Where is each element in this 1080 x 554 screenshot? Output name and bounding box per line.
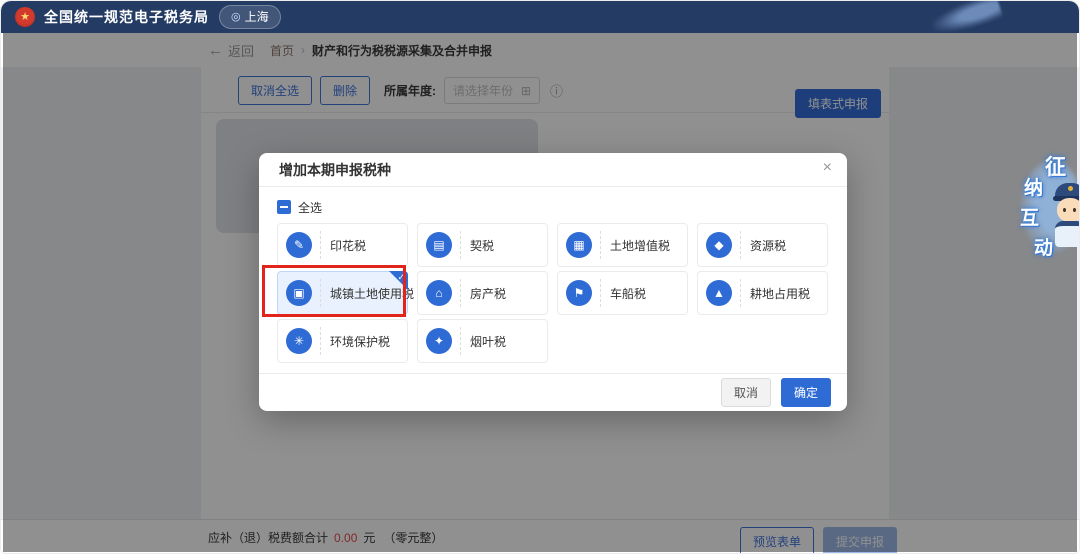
tax-bureau-logo-icon: ★ xyxy=(15,7,35,27)
tax-type-label: 耕地占用税 xyxy=(750,285,810,302)
modal-title: 增加本期申报税种 xyxy=(279,160,391,180)
add-tax-types-modal: 增加本期申报税种 × 全选 ✎ 印花税 ▤ 契税 ▦ 土地增值税 ◆ 资源税 ▣城镇土地使用税✓… xyxy=(259,153,847,411)
tax-interaction-mascot[interactable]: 征 纳 互 动 xyxy=(1019,147,1080,287)
tax-type-label: 车船税 xyxy=(610,285,646,302)
app-title: 全国统一规范电子税务局 xyxy=(44,7,209,27)
mascot-char: 互 xyxy=(1020,203,1039,230)
tax-type-card[interactable]: ⚑ 车船税 xyxy=(557,271,688,315)
card-divider xyxy=(740,231,741,259)
tax-type-card[interactable]: ✦ 烟叶税 xyxy=(417,319,548,363)
tax-type-icon: ⚑ xyxy=(566,280,592,306)
card-divider xyxy=(740,279,741,307)
officer-face xyxy=(1057,198,1080,222)
tax-type-icon: ▲ xyxy=(706,280,732,306)
check-icon: ✓ xyxy=(397,272,405,283)
tax-type-label: 土地增值税 xyxy=(610,237,670,254)
modal-body: 全选 ✎ 印花税 ▤ 契税 ▦ 土地增值税 ◆ 资源税 ▣城镇土地使用税✓ ⌂ 房产税 ⚑ 车船税 ▲ 耕地… xyxy=(259,187,847,363)
location-pin-icon: ◎ xyxy=(231,10,241,23)
card-divider xyxy=(600,279,601,307)
tax-type-card[interactable]: ✳ 环境保护税 xyxy=(277,319,408,363)
app-window: ★ 全国统一规范电子税务局 ◎ 上海 ← 返回 首页 › 财产和行为税税源采集及… xyxy=(0,0,1080,554)
tax-type-icon: ✳ xyxy=(286,328,312,354)
tax-type-label: 契税 xyxy=(470,237,494,254)
mascot-officer-figure xyxy=(1053,177,1080,269)
mascot-char: 动 xyxy=(1034,233,1053,260)
card-divider xyxy=(460,327,461,355)
tax-type-card[interactable]: ⌂ 房产税 xyxy=(417,271,548,315)
modal-confirm-button[interactable]: 确定 xyxy=(781,378,831,407)
close-icon[interactable]: × xyxy=(823,160,832,176)
modal-header: 增加本期申报税种 × xyxy=(259,153,847,187)
card-divider xyxy=(320,231,321,259)
tax-type-card[interactable]: ▲ 耕地占用税 xyxy=(697,271,828,315)
tax-type-card[interactable]: ▦ 土地增值税 xyxy=(557,223,688,267)
tax-type-icon: ✦ xyxy=(426,328,452,354)
card-divider xyxy=(460,231,461,259)
card-divider xyxy=(600,231,601,259)
card-divider xyxy=(320,279,321,307)
tax-type-icon: ◆ xyxy=(706,232,732,258)
tax-type-icon: ▤ xyxy=(426,232,452,258)
card-divider xyxy=(460,279,461,307)
app-header: ★ 全国统一规范电子税务局 ◎ 上海 xyxy=(1,1,1079,33)
tax-type-card[interactable]: ▤ 契税 xyxy=(417,223,548,267)
tax-type-label: 房产税 xyxy=(470,285,506,302)
modal-cancel-button[interactable]: 取消 xyxy=(721,378,771,407)
officer-hat xyxy=(1055,183,1080,198)
tax-type-label: 资源税 xyxy=(750,237,786,254)
tax-type-label: 烟叶税 xyxy=(470,333,506,350)
card-divider xyxy=(320,327,321,355)
tax-type-label: 印花税 xyxy=(330,237,366,254)
select-all-checkbox[interactable] xyxy=(277,200,291,214)
select-all-label: 全选 xyxy=(298,199,322,216)
tax-type-grid: ✎ 印花税 ▤ 契税 ▦ 土地增值税 ◆ 资源税 ▣城镇土地使用税✓ ⌂ 房产税 ⚑ 车船税 ▲ 耕地占用税… xyxy=(277,223,829,363)
hat-badge-icon xyxy=(1068,186,1073,191)
tax-type-card[interactable]: ✎ 印花税 xyxy=(277,223,408,267)
location-badge[interactable]: ◎ 上海 xyxy=(219,5,281,29)
tax-type-icon: ▦ xyxy=(566,232,592,258)
tax-type-icon: ▣ xyxy=(286,280,312,306)
location-label: 上海 xyxy=(245,8,269,25)
modal-footer: 取消 确定 xyxy=(259,373,847,411)
tax-type-label: 环境保护税 xyxy=(330,333,390,350)
tax-type-card[interactable]: ◆ 资源税 xyxy=(697,223,828,267)
tax-type-card[interactable]: ▣城镇土地使用税✓ xyxy=(277,271,408,315)
tax-type-icon: ⌂ xyxy=(426,280,452,306)
officer-uniform xyxy=(1055,221,1080,247)
tax-type-icon: ✎ xyxy=(286,232,312,258)
mascot-char: 纳 xyxy=(1024,173,1043,200)
